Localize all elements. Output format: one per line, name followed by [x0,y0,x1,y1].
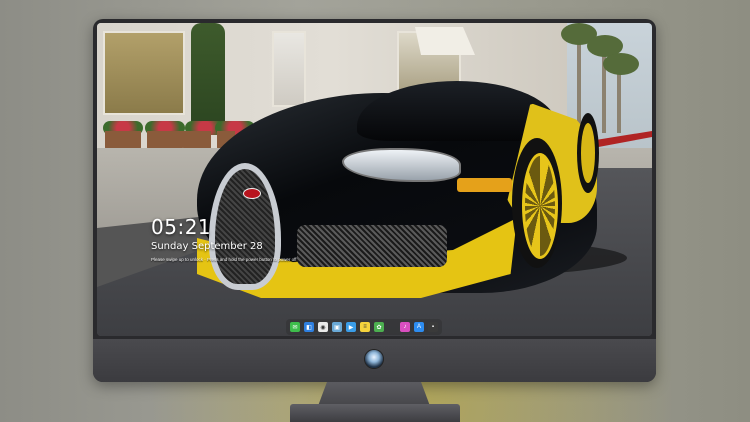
messages-icon[interactable]: ✉ [290,322,300,332]
monitor: 05:21 Sunday September 28 Please swipe u… [93,19,656,382]
monitor-stand [318,382,430,406]
preview-icon[interactable]: ▣ [332,322,342,332]
music-icon[interactable]: ♪ [400,322,410,332]
lock-screen-date: Sunday September 28 [151,241,263,252]
finder-icon[interactable]: ◧ [304,322,314,332]
dock: ✉ ◧ ◉ ▣ ▶ ≡ ✿ ♪ A ▪ [286,319,442,335]
wheel-rim [522,153,558,259]
chrome-icon[interactable]: ◉ [318,322,328,332]
terminal-icon[interactable]: ▪ [428,322,438,332]
hedge [191,23,225,135]
videos-icon[interactable]: ▶ [346,322,356,332]
lock-screen-time: 05:21 [151,215,212,239]
notes-icon[interactable]: ≡ [360,322,370,332]
monitor-chin [93,339,656,382]
brand-logo-icon [365,350,383,368]
app-store-icon[interactable]: A [414,322,424,332]
screen: 05:21 Sunday September 28 Please swipe u… [97,23,652,336]
unlock-hint: Please swipe up to unlock · Press and ho… [151,257,297,262]
photos-icon[interactable]: ✿ [374,322,384,332]
car-badge [243,188,261,199]
monitor-base [290,404,460,422]
